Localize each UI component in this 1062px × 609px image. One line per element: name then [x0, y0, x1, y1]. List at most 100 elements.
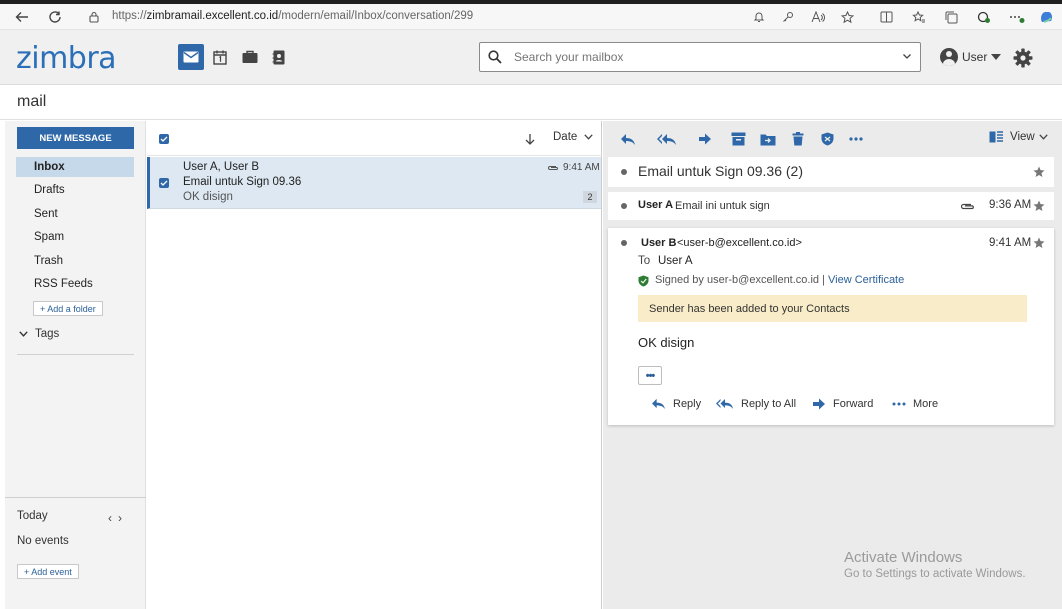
lock-icon[interactable]	[88, 11, 100, 23]
reader-toolbar: View	[603, 121, 1062, 157]
extensions-icon[interactable]	[974, 7, 994, 27]
notification-icon[interactable]	[749, 7, 769, 27]
copilot-icon[interactable]	[1036, 7, 1056, 27]
add-folder-button[interactable]: + Add a folder	[33, 301, 103, 316]
contacts-app-icon[interactable]	[266, 44, 292, 70]
briefcase-app-icon[interactable]	[237, 44, 263, 70]
page-title: mail	[17, 93, 47, 110]
to-label: To	[638, 255, 651, 267]
tags-toggle[interactable]: Tags	[19, 328, 59, 340]
message-body: OK disign	[638, 335, 695, 350]
user-menu[interactable]: User	[940, 48, 1002, 66]
calendar-app-icon[interactable]	[207, 44, 233, 70]
move-to-folder-icon[interactable]	[759, 130, 777, 148]
mail-app-icon[interactable]	[178, 44, 204, 70]
message-sender[interactable]: User B	[641, 237, 676, 249]
zimbra-logo[interactable]: zimbra	[16, 41, 117, 76]
reading-pane: View Email untuk Sign 09.36 (2) User A E…	[603, 121, 1062, 609]
reading-pane-layout-icon	[989, 131, 1003, 143]
star-icon[interactable]	[1033, 166, 1045, 178]
reply-all-icon	[716, 399, 734, 409]
split-screen-icon[interactable]	[876, 7, 896, 27]
app-header: zimbra User	[0, 30, 1062, 85]
select-all-checkbox[interactable]	[159, 134, 169, 144]
search-input[interactable]	[514, 50, 894, 64]
reply-icon[interactable]	[619, 130, 637, 148]
reply-all-label: Reply to All	[741, 398, 797, 410]
collapsed-message-row[interactable]: User A Email ini untuk sign 9:36 AM	[608, 192, 1054, 220]
chevron-left-icon[interactable]: ‹	[108, 511, 118, 525]
list-item[interactable]: User A, User B Email untuk Sign 09.36 OK…	[147, 157, 601, 209]
favorites-icon[interactable]	[909, 7, 929, 27]
chevron-down-icon[interactable]	[902, 51, 912, 61]
more-actions-icon[interactable]	[847, 130, 865, 148]
unread-dot-icon[interactable]	[621, 169, 627, 175]
sort-direction-icon[interactable]	[524, 133, 536, 145]
sidebar-item-drafts[interactable]: Drafts	[16, 180, 134, 200]
message-subject: Email untuk Sign 09.36	[183, 176, 302, 188]
reload-icon[interactable]	[45, 7, 65, 27]
forward-icon[interactable]	[696, 130, 714, 148]
search-box[interactable]	[479, 42, 921, 72]
message-from: User A, User B	[183, 161, 260, 173]
sidebar-item-trash[interactable]: Trash	[16, 251, 134, 271]
star-icon[interactable]	[1033, 237, 1045, 249]
message-sender: User A	[638, 199, 674, 211]
sender-address: <user-b@excellent.co.id>	[677, 237, 802, 249]
caret-down-icon	[991, 54, 1002, 60]
page-title-bar: mail	[0, 86, 1062, 120]
verified-shield-icon	[638, 275, 649, 287]
view-certificate-link[interactable]: View Certificate	[828, 274, 904, 286]
read-aloud-icon[interactable]	[808, 7, 828, 27]
calendar-today-label: Today	[17, 510, 48, 522]
star-icon[interactable]	[1033, 200, 1045, 212]
show-quoted-button[interactable]: •••	[638, 366, 662, 385]
user-name: User	[962, 50, 988, 64]
more-menu-icon[interactable]	[1007, 7, 1027, 27]
calendar-nav: ‹›	[108, 511, 128, 525]
unread-dot-icon[interactable]	[621, 240, 627, 246]
back-icon[interactable]	[12, 7, 32, 27]
forward-icon	[813, 398, 825, 410]
expanded-message: User B <user-b@excellent.co.id> 9:41 AM …	[608, 228, 1054, 425]
windows-activation-watermark: Activate Windows	[844, 549, 963, 566]
new-message-button[interactable]: NEW MESSAGE	[17, 127, 134, 149]
chevron-right-icon[interactable]: ›	[118, 511, 128, 525]
search-icon[interactable]	[488, 50, 502, 64]
gear-icon[interactable]	[1013, 48, 1033, 68]
view-menu-button[interactable]: View	[989, 131, 1048, 143]
sort-by-date-button[interactable]: Date	[553, 131, 593, 143]
reply-all-icon[interactable]	[656, 130, 678, 148]
favorite-star-icon[interactable]	[837, 7, 857, 27]
forward-button[interactable]: Forward	[812, 398, 873, 410]
unread-dot-icon[interactable]	[621, 203, 627, 209]
url-scheme: https://	[112, 10, 147, 22]
more-button[interactable]: More	[892, 398, 938, 410]
reply-button[interactable]: Reply	[651, 398, 701, 410]
sidebar-item-sent[interactable]: Sent	[16, 204, 134, 224]
sidebar-item-inbox[interactable]: Inbox	[16, 157, 134, 177]
chevron-down-icon	[583, 134, 593, 140]
delete-icon[interactable]	[789, 130, 807, 148]
to-recipient[interactable]: User A	[658, 255, 693, 267]
signature-status: Signed by user-b@excellent.co.id | View …	[655, 274, 904, 286]
message-count-badge: 2	[583, 191, 597, 203]
chevron-down-icon	[1039, 134, 1048, 140]
message-list-pane: Date User A, User B Email untuk Sign 09.…	[147, 121, 602, 609]
url-path: /modern/email/Inbox/conversation/299	[278, 10, 474, 22]
spam-shield-icon[interactable]	[818, 130, 836, 148]
add-event-button[interactable]: + Add event	[17, 564, 79, 579]
attachment-icon	[548, 166, 558, 170]
message-time: 9:36 AM	[989, 199, 1032, 211]
windows-activation-subtext: Go to Settings to activate Windows.	[844, 568, 1026, 580]
sidebar-item-spam[interactable]: Spam	[16, 227, 134, 247]
address-bar[interactable]: https://zimbramail.excellent.co.id/moder…	[112, 10, 473, 22]
key-icon[interactable]	[778, 7, 798, 27]
sidebar-item-rss-feeds[interactable]: RSS Feeds	[16, 274, 134, 294]
avatar-icon	[940, 48, 958, 66]
archive-icon[interactable]	[729, 130, 747, 148]
reply-all-button[interactable]: Reply to All	[716, 398, 796, 410]
message-preview: OK disign	[183, 191, 233, 203]
message-checkbox[interactable]	[159, 178, 169, 188]
collections-icon[interactable]	[941, 7, 961, 27]
